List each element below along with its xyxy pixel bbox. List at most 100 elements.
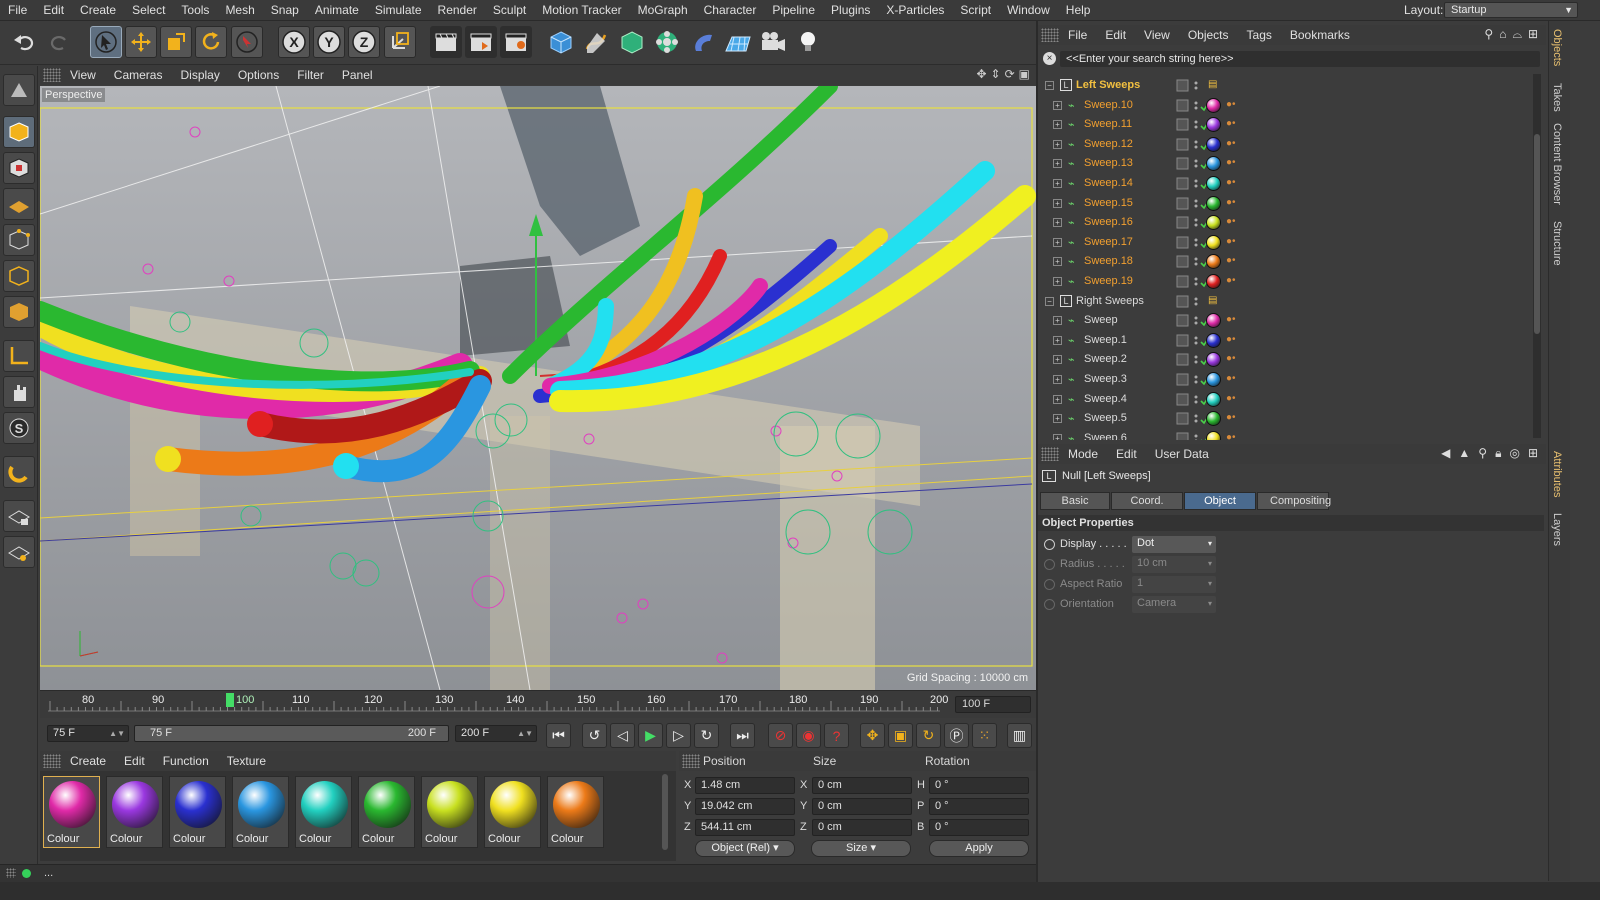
add-light-button[interactable] (792, 26, 824, 58)
expand-icon[interactable]: + (1053, 335, 1062, 345)
menu-render[interactable]: Render (430, 3, 485, 17)
rotate-tool-button[interactable] (195, 26, 227, 58)
object-name[interactable]: Sweep.16 (1084, 216, 1133, 228)
new-window-icon[interactable]: ⊞ (1528, 27, 1538, 42)
expand-icon[interactable]: + (1053, 179, 1062, 188)
material-tile[interactable]: Colour (169, 776, 226, 848)
menu-animate[interactable]: Animate (307, 3, 367, 17)
add-spline-button[interactable] (580, 26, 612, 58)
visibility-toggles[interactable] (1176, 255, 1210, 269)
object-name[interactable]: Sweep.11 (1084, 118, 1132, 130)
om-menu-edit[interactable]: Edit (1096, 28, 1135, 42)
material-scrollbar[interactable] (662, 774, 668, 850)
planar-workplane-button[interactable] (3, 536, 35, 568)
object-row[interactable]: + ⌁ Sweep ●• (1038, 311, 1538, 331)
object-name[interactable]: Sweep.2 (1084, 353, 1127, 365)
material-tile[interactable]: Colour (106, 776, 163, 848)
go-to-next-key-button[interactable]: ↻ (694, 723, 719, 748)
menu-simulate[interactable]: Simulate (367, 3, 430, 17)
size-field[interactable]: 0 cm (812, 819, 912, 836)
menu-plugins[interactable]: Plugins (823, 3, 878, 17)
minimize-icon[interactable]: ⌓ (1512, 27, 1522, 42)
tab-attributes[interactable]: Attributes (1551, 451, 1563, 497)
redo-button[interactable] (44, 26, 76, 58)
add-cube-button[interactable] (545, 26, 577, 58)
timeline-window-button[interactable]: ▥ (1007, 723, 1032, 748)
play-button[interactable]: ▶ (638, 723, 663, 748)
recent-tool-button[interactable] (231, 26, 263, 58)
collapse-icon[interactable]: − (1045, 81, 1054, 90)
phong-tag-icon[interactable]: ●• (1226, 314, 1236, 325)
record-point-level-button[interactable]: ⁙ (972, 723, 997, 748)
scale-tool-button[interactable] (160, 26, 192, 58)
magnet-button[interactable] (3, 456, 35, 488)
current-frame-field[interactable]: 75 F ▲▼ (47, 725, 129, 742)
object-row[interactable]: + ⌁ Sweep.3 ●• (1038, 370, 1538, 390)
expand-icon[interactable]: + (1053, 100, 1062, 110)
object-name[interactable]: Sweep.19 (1084, 275, 1133, 287)
visibility-toggles[interactable] (1176, 353, 1210, 367)
material-tag-icon[interactable] (1206, 391, 1221, 407)
om-menu-view[interactable]: View (1135, 28, 1179, 42)
orbit-icon[interactable]: ⟳ (1005, 67, 1015, 81)
tab-compositing[interactable]: Compositing (1257, 492, 1331, 510)
undo-button[interactable] (8, 26, 40, 58)
visibility-toggles[interactable] (1176, 432, 1210, 440)
expand-icon[interactable]: + (1053, 120, 1062, 130)
viewport-menu-filter[interactable]: Filter (288, 68, 333, 82)
material-tag-icon[interactable] (1206, 411, 1221, 427)
edges-mode-button[interactable] (3, 260, 35, 292)
polygons-mode-button[interactable] (3, 296, 35, 328)
material-tag-icon[interactable] (1206, 313, 1221, 329)
material-tag-icon[interactable] (1206, 332, 1221, 348)
rotation-field[interactable]: 0 ° (929, 819, 1029, 836)
tab-content-browser[interactable]: Content Browser (1551, 123, 1563, 205)
visibility-toggles[interactable] (1176, 138, 1210, 152)
material-tile[interactable]: Colour (421, 776, 478, 848)
collapse-icon[interactable]: − (1045, 296, 1054, 306)
position-field[interactable]: 544.11 cm (695, 819, 795, 836)
points-mode-button[interactable] (3, 224, 35, 256)
expand-icon[interactable]: + (1053, 139, 1062, 149)
phong-tag-icon[interactable]: ●• (1226, 99, 1236, 110)
phong-tag-icon[interactable]: ●• (1226, 118, 1236, 129)
visibility-toggles[interactable] (1176, 157, 1210, 171)
phong-tag-icon[interactable]: ●• (1226, 334, 1236, 345)
phong-tag-icon[interactable]: ●• (1226, 373, 1236, 384)
maximize-icon[interactable]: ▣ (1019, 67, 1030, 81)
object-name[interactable]: Sweep.3 (1084, 373, 1127, 385)
keyframe-selection-button[interactable]: ? (824, 723, 849, 748)
object-row[interactable]: + ⌁ Sweep.11 ●• (1038, 115, 1538, 135)
axis-mode-button[interactable] (3, 340, 35, 372)
animate-radio-icon[interactable] (1044, 579, 1055, 590)
search-icon[interactable]: ⚲ (1484, 27, 1493, 42)
object-name[interactable]: Sweep.12 (1084, 138, 1133, 150)
object-row[interactable]: + ⌁ Sweep.5 ●• (1038, 409, 1538, 429)
object-row[interactable]: + ⌁ Sweep.10 ●• (1038, 96, 1538, 116)
object-row[interactable]: + ⌁ Sweep.15 ●• (1038, 194, 1538, 214)
render-settings-button[interactable] (500, 26, 532, 58)
go-to-previous-key-button[interactable]: ↺ (582, 723, 607, 748)
material-tag-icon[interactable] (1206, 254, 1221, 270)
phong-tag-icon[interactable]: ●• (1226, 138, 1236, 149)
pan-icon[interactable]: ✥ (976, 67, 986, 81)
tab-takes[interactable]: Takes (1551, 83, 1563, 112)
material-tag-icon[interactable] (1206, 215, 1221, 231)
size-field[interactable]: 0 cm (812, 798, 912, 815)
close-icon[interactable]: × (1043, 52, 1056, 65)
material-tag-icon[interactable] (1206, 156, 1221, 172)
add-camera-button[interactable] (757, 26, 789, 58)
material-tag-icon[interactable] (1206, 117, 1221, 133)
go-to-next-frame-button[interactable]: ▷ (666, 723, 691, 748)
layout-select[interactable]: Startup ▼ (1444, 2, 1578, 18)
record-rotation-button[interactable]: ↻ (916, 723, 941, 748)
expand-icon[interactable]: + (1053, 355, 1062, 365)
menu-x-particles[interactable]: X-Particles (878, 3, 952, 17)
om-search-input[interactable]: <<Enter your search string here>> (1060, 51, 1540, 67)
tweak-mode-button[interactable] (3, 376, 35, 408)
y-axis-lock-button[interactable]: Y (313, 26, 345, 58)
menu-tools[interactable]: Tools (173, 3, 217, 17)
object-row[interactable]: + ⌁ Sweep.17 ●• (1038, 233, 1538, 253)
material-tag-icon[interactable] (1206, 274, 1221, 289)
animate-radio-icon[interactable] (1044, 599, 1055, 610)
